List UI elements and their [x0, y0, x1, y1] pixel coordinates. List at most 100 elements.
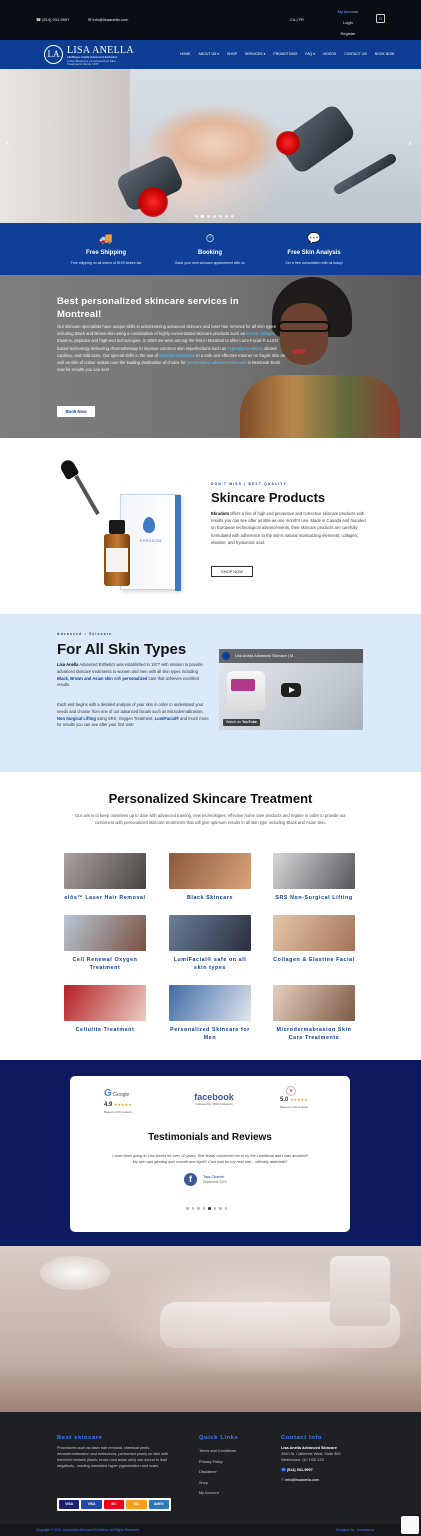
account-menu: My Account Login Register [334, 6, 362, 39]
treatment-tile[interactable]: elōs™ Laser Hair Removal [64, 853, 146, 903]
treatment-tile[interactable]: Microdermabrasion Skin Care Treatments [273, 985, 355, 1042]
testimonial-dot[interactable] [191, 1207, 194, 1210]
link-my-account[interactable]: My Account [199, 1488, 236, 1499]
google-rating[interactable]: G Google 4.9 ★★★★★ Based on 53 reviews [104, 1088, 154, 1114]
testimonial-dot[interactable] [208, 1207, 211, 1210]
nav-contact[interactable]: CONTACT US [344, 52, 366, 57]
treatment-image[interactable] [64, 915, 146, 951]
hero-prev-arrow[interactable]: ‹ [6, 137, 9, 152]
nav-book-now[interactable]: BOOK NOW [375, 52, 395, 57]
treatment-tile[interactable]: Collagen & Elastine Facial [273, 915, 355, 965]
logo-mark[interactable]: LA [44, 45, 63, 64]
designed-by-link[interactable]: Designed by : Innovate.ca [336, 1524, 374, 1536]
treatment-image[interactable] [273, 985, 355, 1021]
testimonial-dot[interactable] [186, 1207, 189, 1210]
link-terms[interactable]: Terms and Conditions [199, 1446, 236, 1457]
facebook-followers[interactable]: facebook Followed by 3500 Followers [184, 1092, 244, 1106]
footer-contact-heading: Contact Info [281, 1435, 323, 1441]
dropper-pipette [74, 475, 100, 516]
link-privacy[interactable]: Privacy Policy [199, 1457, 236, 1468]
treatment-image[interactable] [169, 853, 251, 889]
treatment-image[interactable] [273, 853, 355, 889]
feature-free-shipping: 🚚 Free Shipping Free shipping on all ord… [46, 233, 166, 266]
treatment-label[interactable]: Collagen & Elastine Facial [273, 957, 355, 965]
register-link[interactable]: Register [334, 28, 362, 39]
testimonial-dot[interactable] [219, 1207, 222, 1210]
link-personalized-skincare[interactable]: personalized advanced skincare [187, 360, 247, 365]
hero-dot[interactable] [219, 215, 222, 218]
box-stripe [175, 495, 181, 591]
link-bovine-collagen[interactable]: bovine collagen [246, 331, 275, 336]
hero-dot[interactable] [225, 215, 228, 218]
treatment-tile[interactable]: Cell Renewal Oxygen Treatment [64, 915, 146, 972]
language-switcher[interactable]: CA | FR [290, 17, 304, 23]
footer-email[interactable]: ✉ info@lisaanella.com [281, 1477, 381, 1483]
nav-home[interactable]: HOME [180, 52, 191, 57]
treatment-label[interactable]: Cell Renewal Oxygen Treatment [64, 957, 146, 972]
testimonial-dot[interactable] [224, 1207, 227, 1210]
nav-faq[interactable]: FAQ ▾ [305, 52, 315, 57]
treatment-image[interactable] [273, 915, 355, 951]
shop-now-button[interactable]: SHOP NOW [211, 566, 253, 577]
video-title-bar[interactable]: Lisa Anella Advanced Skincare | M... [219, 649, 363, 663]
link-disclaimer[interactable]: Disclaimer [199, 1467, 236, 1478]
link-hyperpigmentation[interactable]: hyperpigmentation [227, 346, 261, 351]
my-account-link[interactable]: My Account [334, 6, 362, 17]
treatment-label[interactable]: Personalized Skincare for Men [169, 1027, 251, 1042]
treatment-tile[interactable]: SRS Non-Surgical Lifting [273, 853, 355, 903]
treatment-image[interactable] [169, 985, 251, 1021]
hero-next-arrow[interactable]: › [408, 137, 411, 152]
book-now-button[interactable]: Book Now [57, 406, 95, 417]
treatment-image[interactable] [169, 915, 251, 951]
visa-card-icon: VISA [59, 1500, 80, 1509]
hero-dot[interactable] [201, 215, 204, 218]
youtube-video-embed[interactable]: Lisa Anella Advanced Skincare | M... Wat… [219, 649, 363, 730]
hero-dot[interactable] [207, 215, 210, 218]
skintypes-eyebrow: Advanced • Skincare [57, 632, 113, 636]
spa-machine [330, 1256, 390, 1326]
treatment-image[interactable] [64, 985, 146, 1021]
rating-badge-icon: ★ [286, 1086, 296, 1096]
testimonial-dot[interactable] [213, 1207, 216, 1210]
treatment-label[interactable]: LumiFacial® safe on all skin types [169, 957, 251, 972]
top-email-link[interactable]: ✉ info@lisaanella.com [88, 17, 128, 23]
nav-promotions[interactable]: PROMOTIONS [273, 52, 297, 57]
facebook-rating[interactable]: ★ 5.0 ★★★★★ Based on 29 reviews [280, 1086, 330, 1109]
treatment-tile[interactable]: Black Skincare [169, 853, 251, 903]
nav-shop[interactable]: SHOP [227, 52, 237, 57]
play-icon[interactable] [281, 683, 301, 697]
treatment-label[interactable]: Cellulite Treatment [64, 1027, 146, 1035]
testimonial-dot[interactable] [202, 1207, 205, 1210]
hero-slider: ‹ › [0, 69, 421, 223]
link-microdermabrasion[interactable]: Microdermabrasion [159, 353, 195, 358]
top-phone-link[interactable]: ☎ (514) 931-9997 [36, 17, 69, 23]
recaptcha-badge[interactable] [401, 1516, 419, 1534]
watch-on-youtube[interactable]: Watch on YouTube [223, 719, 260, 727]
nav-videos[interactable]: VIDEOS [323, 52, 336, 57]
cart-icon[interactable]: 0 [376, 14, 385, 23]
copyright-text: Copyright © 2021 Lisa Anella Advanced Es… [36, 1528, 140, 1532]
treatment-tile[interactable]: Personalized Skincare for Men [169, 985, 251, 1042]
hero-dot[interactable] [195, 215, 198, 218]
login-link[interactable]: Login [334, 17, 362, 28]
skintypes-text-1: Lisa Anella Advanced Esthetics was estab… [57, 662, 203, 688]
treatment-label[interactable]: Black Skincare [169, 895, 251, 903]
nav-services[interactable]: SERVICES ▾ [245, 52, 265, 57]
hero-dot[interactable] [213, 215, 216, 218]
feature-booking[interactable]: ⏱ Booking Book your next skincare appoin… [150, 233, 270, 266]
testimonial-date: Septembre 2019 [203, 1180, 227, 1184]
nav-about[interactable]: ABOUT US ▾ [199, 52, 220, 57]
treatment-label[interactable]: Microdermabrasion Skin Care Treatments [273, 1027, 355, 1042]
testimonial-dot[interactable] [197, 1207, 200, 1210]
treatment-label[interactable]: elōs™ Laser Hair Removal [64, 895, 146, 903]
hero-hair [0, 69, 130, 223]
footer-phone[interactable]: ☎ (514) 931-9997 [281, 1467, 381, 1473]
link-shop[interactable]: Shop [199, 1478, 236, 1489]
treatment-tile[interactable]: LumiFacial® safe on all skin types [169, 915, 251, 972]
treatment-label[interactable]: SRS Non-Surgical Lifting [273, 895, 355, 903]
hero-dot[interactable] [231, 215, 234, 218]
product-image[interactable]: EKRADOM [58, 457, 190, 598]
feature-free-skin-analysis[interactable]: 💬 Free Skin Analysis Get a free consulta… [254, 233, 374, 266]
treatment-tile[interactable]: Cellulite Treatment [64, 985, 146, 1035]
treatment-image[interactable] [64, 853, 146, 889]
